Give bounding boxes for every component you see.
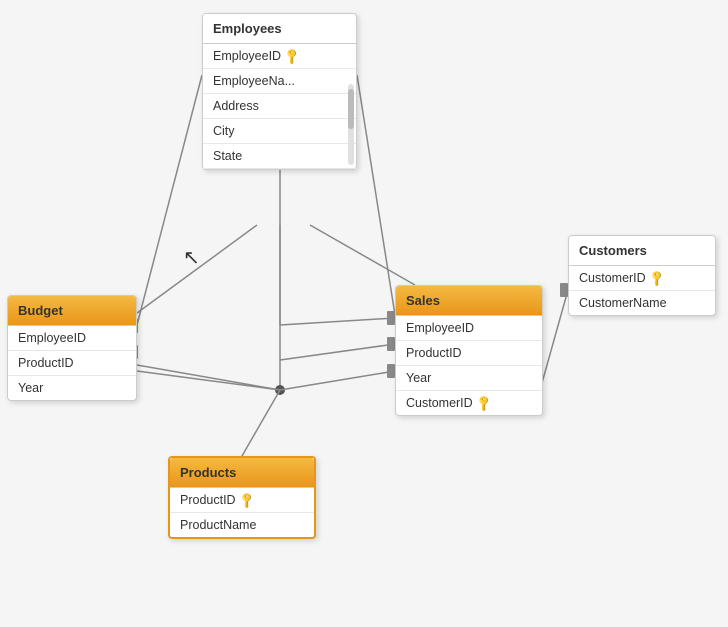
table-customers-header: Customers	[569, 236, 715, 266]
table-row: Year	[8, 376, 136, 400]
field-name: City	[213, 124, 235, 138]
key-icon: 🔑	[237, 491, 256, 510]
field-name: CustomerName	[579, 296, 667, 310]
field-name: Year	[406, 371, 431, 385]
field-name: CustomerID	[579, 271, 646, 285]
key-icon: 🔑	[474, 394, 493, 413]
table-row: ProductID	[396, 341, 542, 366]
table-employees-header: Employees	[203, 14, 356, 44]
field-name: ProductID	[406, 346, 462, 360]
table-row: EmployeeNa...	[203, 69, 356, 94]
table-customers[interactable]: Customers CustomerID 🔑 CustomerName	[568, 235, 716, 316]
table-row: EmployeeID	[8, 326, 136, 351]
table-row: City	[203, 119, 356, 144]
field-name: EmployeeID	[18, 331, 86, 345]
field-name: EmployeeNa...	[213, 74, 295, 88]
field-name: State	[213, 149, 242, 163]
table-row: ProductID	[8, 351, 136, 376]
table-budget[interactable]: Budget EmployeeID ProductID Year	[7, 295, 137, 401]
table-budget-header: Budget	[8, 296, 136, 326]
field-name: ProductID	[180, 493, 236, 507]
field-name: ProductName	[180, 518, 256, 532]
table-row: ProductID 🔑	[170, 488, 314, 513]
field-name: EmployeeID	[406, 321, 474, 335]
table-employees[interactable]: Employees EmployeeID 🔑 EmployeeNa... Add…	[202, 13, 357, 170]
table-row: EmployeeID 🔑	[203, 44, 356, 69]
table-sales-header: Sales	[396, 286, 542, 316]
field-name: CustomerID	[406, 396, 473, 410]
table-row: EmployeeID	[396, 316, 542, 341]
field-name: EmployeeID	[213, 49, 281, 63]
key-icon: 🔑	[647, 269, 666, 288]
field-name: Address	[213, 99, 259, 113]
table-row: Address	[203, 94, 356, 119]
cursor: ↖	[183, 245, 200, 270]
field-name: ProductID	[18, 356, 74, 370]
table-products-header: Products	[170, 458, 314, 488]
scroll-indicator[interactable]	[348, 84, 354, 165]
table-row: CustomerID 🔑	[569, 266, 715, 291]
table-products[interactable]: Products ProductID 🔑 ProductName	[168, 456, 316, 539]
table-row: State	[203, 144, 356, 169]
scroll-thumb	[348, 89, 354, 129]
diagram-canvas[interactable]: Employees EmployeeID 🔑 EmployeeNa... Add…	[0, 0, 728, 627]
table-row: CustomerName	[569, 291, 715, 315]
table-row: CustomerID 🔑	[396, 391, 542, 415]
table-sales[interactable]: Sales EmployeeID ProductID Year Customer…	[395, 285, 543, 416]
field-name: Year	[18, 381, 43, 395]
table-row: Year	[396, 366, 542, 391]
table-row: ProductName	[170, 513, 314, 537]
key-icon: 🔑	[283, 47, 302, 66]
